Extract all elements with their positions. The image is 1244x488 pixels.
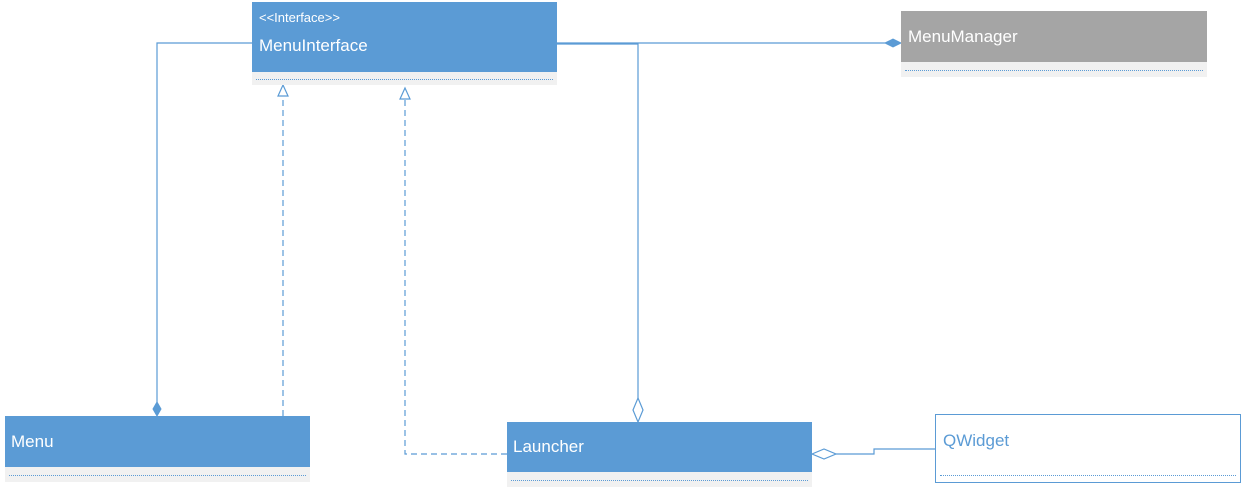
qwidget-aggregation-connector [810,448,935,460]
class-compartment [252,72,557,85]
divider [511,479,808,481]
class-header: MenuManager [901,11,1207,62]
hollow-triangle-icon [399,86,411,100]
filled-diamond-icon [883,38,903,48]
hollow-diamond-icon [632,396,644,424]
class-name: Launcher [513,437,584,456]
class-compartment [901,62,1207,77]
class-stereotype: <<Interface>> [259,10,340,25]
class-header: Launcher [507,422,812,472]
class-compartment [936,468,1240,482]
class-launcher[interactable]: Launcher [507,422,812,487]
divider [9,474,306,476]
class-header: <<Interface>> MenuInterface [252,2,557,72]
class-name: MenuManager [908,27,1018,46]
menumanager-composition-connector [557,38,903,48]
divider [940,475,1236,476]
divider [256,78,553,80]
class-menuinterface[interactable]: <<Interface>> MenuInterface [252,2,557,85]
class-name: MenuInterface [259,36,368,55]
class-header: QWidget [936,415,1240,469]
class-name: QWidget [943,431,1010,450]
class-header: Menu [5,416,310,467]
uml-class-diagram: <<Interface>> MenuInterface MenuManager … [0,0,1244,488]
class-name: Menu [11,432,54,451]
class-menumanager[interactable]: MenuManager [901,11,1207,77]
class-compartment [507,472,812,487]
menu-realization-connector [277,83,289,416]
hollow-diamond-icon [810,448,838,460]
class-compartment [5,467,310,482]
launcher-aggregation-connector [557,43,644,424]
launcher-realization-connector [399,86,507,455]
filled-diamond-icon [152,400,162,418]
class-menu[interactable]: Menu [5,416,310,482]
divider [905,69,1203,71]
menu-composition-connector [152,42,252,418]
class-qwidget[interactable]: QWidget [935,414,1241,483]
hollow-triangle-icon [277,83,289,97]
